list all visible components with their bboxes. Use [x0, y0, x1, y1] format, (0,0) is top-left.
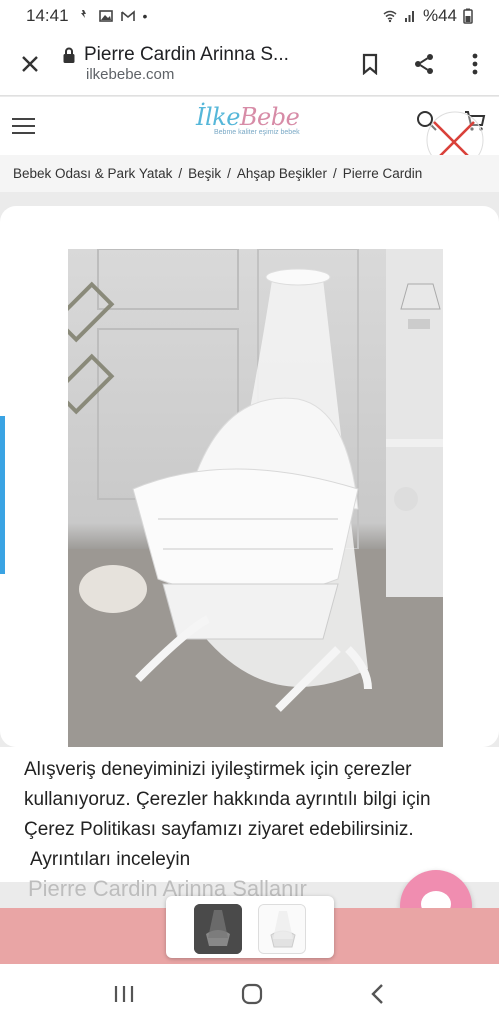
wifi-icon: [383, 10, 397, 23]
close-icon: [22, 55, 38, 72]
breadcrumb-item[interactable]: Ahşap Beşikler: [237, 166, 327, 181]
battery-level: %44: [422, 6, 457, 25]
breadcrumb-item[interactable]: Bebek Odası & Park Yatak: [13, 166, 172, 181]
gallery-icon: [98, 10, 113, 22]
breadcrumb-separator: /: [332, 166, 337, 181]
recent-apps-icon[interactable]: [113, 984, 135, 1004]
thumbnail-light[interactable]: [258, 904, 306, 954]
share-button[interactable]: [397, 32, 451, 96]
overflow-menu-button[interactable]: [451, 32, 499, 96]
more-notifications-dot: •: [142, 8, 148, 24]
share-icon: [415, 53, 433, 74]
hamburger-line: [12, 118, 35, 120]
menu-button[interactable]: [0, 97, 46, 155]
thumbnail-bassinet-dark: [194, 904, 242, 954]
breadcrumb-item[interactable]: Beşik: [188, 166, 221, 181]
page-url: ilkebebe.com: [86, 66, 175, 83]
image-thumbnail-tray: [166, 896, 334, 958]
status-bar: 14:41 • %44: [0, 0, 499, 32]
cookie-text: Alışveriş deneyiminizi iyileştirmek için…: [24, 759, 431, 840]
logo-tagline: Bebme kaliter eşimiz bebek: [214, 129, 300, 136]
logo-word-1: İlke: [196, 103, 240, 131]
lock-icon: [63, 47, 75, 63]
bookmark-icon: [362, 53, 378, 75]
home-icon[interactable]: [241, 983, 263, 1005]
system-navigation-bar: [0, 964, 499, 1024]
logo-word-2: Bebe: [239, 103, 300, 131]
more-vert-icon: [472, 53, 478, 74]
thumbnail-bassinet-light: [259, 905, 305, 953]
hamburger-line: [12, 125, 35, 127]
address-area[interactable]: Pierre Cardin Arinna S... ilkebebe.com: [60, 44, 343, 83]
browser-toolbar: Pierre Cardin Arinna S... ilkebebe.com: [0, 32, 499, 96]
status-time: 14:41: [26, 6, 69, 25]
cookie-details-link[interactable]: Ayrıntıları inceleyin: [30, 849, 190, 870]
signal-icon: [404, 11, 414, 22]
site-logo[interactable]: İlkeBebe Bebme kaliter eşimiz bebek: [196, 103, 312, 147]
bassinet-illustration: [68, 249, 443, 747]
mail-icon: [120, 10, 135, 21]
back-icon[interactable]: [370, 983, 386, 1005]
side-feedback-tab[interactable]: [0, 416, 5, 574]
breadcrumb-separator: /: [178, 166, 183, 181]
hamburger-line: [12, 132, 35, 134]
breadcrumb: Bebek Odası & Park Yatak / Beşik / Ahşap B…: [0, 155, 499, 192]
breadcrumb-separator: /: [227, 166, 231, 181]
breadcrumb-item[interactable]: Pierre Cardin: [343, 166, 423, 181]
close-tab-button[interactable]: [0, 32, 60, 96]
bookmark-button[interactable]: [343, 32, 397, 96]
thumbnail-dark[interactable]: [194, 904, 242, 954]
page-title: Pierre Cardin Arinna S...: [84, 44, 289, 65]
battery-icon: [463, 8, 473, 24]
product-image[interactable]: [68, 249, 443, 747]
cookie-banner: Alışveriş deneyiminizi iyileştirmek için…: [0, 747, 499, 882]
notification-icon: [80, 10, 86, 18]
